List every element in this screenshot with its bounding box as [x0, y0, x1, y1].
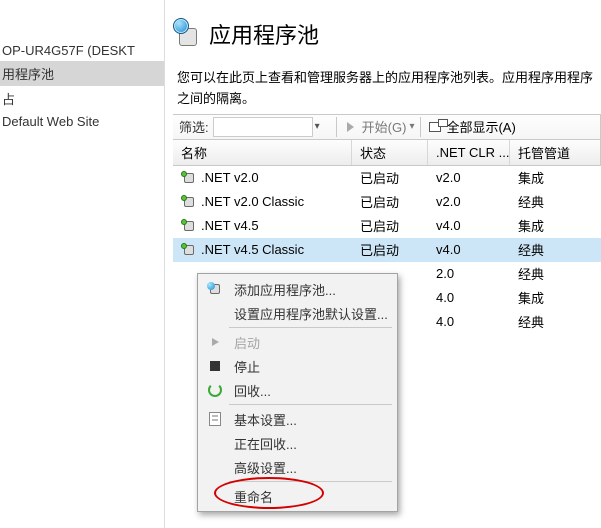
- cell-status: 已启动: [360, 192, 399, 211]
- cell-status: 已启动: [360, 216, 399, 235]
- ctx-basic-settings[interactable]: 基本设置...: [201, 407, 394, 431]
- showall-icon: [427, 119, 443, 135]
- ctx-separator: [229, 481, 392, 482]
- ctx-stop[interactable]: 停止: [201, 354, 394, 378]
- ctx-label: 正在回收...: [226, 434, 297, 453]
- column-status[interactable]: 状态: [352, 140, 428, 165]
- pool-icon: [181, 171, 197, 185]
- toolbar-separator: [420, 117, 421, 137]
- connections-tree[interactable]: OP-UR4G57F (DESKT 用程序池 占 Default Web Sit…: [0, 0, 165, 528]
- table-row[interactable]: .NET v2.0 已启动 v2.0 集成: [173, 166, 601, 190]
- tree-item-sites[interactable]: 占: [0, 86, 164, 111]
- app-pool-icon: [173, 18, 199, 50]
- cell-status: 已启动: [360, 240, 399, 259]
- ctx-advanced-settings[interactable]: 高级设置...: [201, 455, 394, 479]
- blank-icon: [204, 456, 226, 478]
- tree-item-default-site[interactable]: Default Web Site: [0, 111, 164, 132]
- table-row[interactable]: .NET v4.5 Classic 已启动 v4.0 经典: [173, 238, 601, 262]
- cell-name: .NET v4.5: [201, 218, 259, 233]
- table-row[interactable]: .NET v4.5 已启动 v4.0 集成: [173, 214, 601, 238]
- cell-name: .NET v2.0 Classic: [201, 194, 304, 209]
- ctx-label: 停止: [226, 357, 260, 376]
- table-row[interactable]: .NET v2.0 Classic 已启动 v2.0 经典: [173, 190, 601, 214]
- pool-icon: [181, 219, 197, 233]
- cell-net: v4.0: [436, 218, 461, 233]
- chevron-down-icon: ▾: [409, 121, 414, 132]
- grid-header[interactable]: 名称 状态 .NET CLR ... 托管管道: [173, 140, 601, 166]
- doc-icon: [204, 408, 226, 430]
- toolbar-separator: [336, 117, 337, 137]
- page-title: 应用程序池: [209, 18, 319, 50]
- start-button-label: 开始(G): [362, 117, 407, 136]
- filter-label: 筛选:: [179, 117, 209, 136]
- refresh-icon: [204, 379, 226, 401]
- ctx-label: 启动: [226, 333, 260, 352]
- ctx-label: 重命名: [226, 487, 273, 506]
- ctx-recycle[interactable]: 回收...: [201, 378, 394, 402]
- cell-pipeline: 集成: [518, 168, 544, 187]
- cell-net: 4.0: [436, 290, 454, 305]
- cell-pipeline: 经典: [518, 312, 544, 331]
- cell-net: 4.0: [436, 314, 454, 329]
- play-icon: [343, 119, 359, 135]
- ctx-add-app-pool[interactable]: 添加应用程序池...: [201, 277, 394, 301]
- play-icon: [204, 331, 226, 353]
- cell-pipeline: 经典: [518, 240, 544, 259]
- stop-icon: [204, 355, 226, 377]
- ctx-start: 启动: [201, 330, 394, 354]
- tree-item-server[interactable]: OP-UR4G57F (DESKT: [0, 40, 164, 61]
- ctx-recycling[interactable]: 正在回收...: [201, 431, 394, 455]
- start-button[interactable]: 开始(G) ▾: [343, 117, 415, 136]
- toolbar: 筛选: ▾ 开始(G) ▾ 全部显示(A): [173, 114, 601, 140]
- ctx-label: 高级设置...: [226, 458, 297, 477]
- cell-name: .NET v4.5 Classic: [201, 242, 304, 257]
- filter-input[interactable]: [213, 117, 313, 137]
- cell-status: 已启动: [360, 168, 399, 187]
- context-menu[interactable]: 添加应用程序池... 设置应用程序池默认设置... 启动 停止 回收... 基本…: [197, 273, 398, 512]
- page-description: 您可以在此页上查看和管理服务器上的应用程序池列表。应用程序用程序之间的隔离。: [177, 68, 597, 110]
- cell-net: v2.0: [436, 194, 461, 209]
- column-name[interactable]: 名称: [173, 140, 352, 165]
- blank-icon: [204, 302, 226, 324]
- cell-net: v2.0: [436, 170, 461, 185]
- ctx-rename[interactable]: 重命名: [201, 484, 394, 508]
- filter-dropdown-icon[interactable]: ▾: [315, 121, 320, 132]
- show-all-button-label: 全部显示(A): [446, 117, 515, 136]
- add-pool-icon: [204, 278, 226, 300]
- pool-icon: [181, 243, 197, 257]
- pool-icon: [181, 195, 197, 209]
- cell-name: .NET v2.0: [201, 170, 259, 185]
- column-net-clr[interactable]: .NET CLR ...: [428, 140, 510, 165]
- cell-net: 2.0: [436, 266, 454, 281]
- blank-icon: [204, 432, 226, 454]
- cell-pipeline: 经典: [518, 192, 544, 211]
- ctx-separator: [229, 404, 392, 405]
- ctx-set-defaults[interactable]: 设置应用程序池默认设置...: [201, 301, 394, 325]
- ctx-label: 回收...: [226, 381, 271, 400]
- blank-icon: [204, 485, 226, 507]
- cell-pipeline: 集成: [518, 216, 544, 235]
- cell-pipeline: 经典: [518, 264, 544, 283]
- column-pipeline[interactable]: 托管管道: [510, 140, 600, 165]
- show-all-button[interactable]: 全部显示(A): [427, 117, 515, 136]
- ctx-label: 设置应用程序池默认设置...: [226, 304, 388, 323]
- ctx-label: 基本设置...: [226, 410, 297, 429]
- tree-item-app-pools[interactable]: 用程序池: [0, 61, 164, 86]
- ctx-separator: [229, 327, 392, 328]
- ctx-label: 添加应用程序池...: [226, 280, 336, 299]
- cell-net: v4.0: [436, 242, 461, 257]
- cell-pipeline: 集成: [518, 288, 544, 307]
